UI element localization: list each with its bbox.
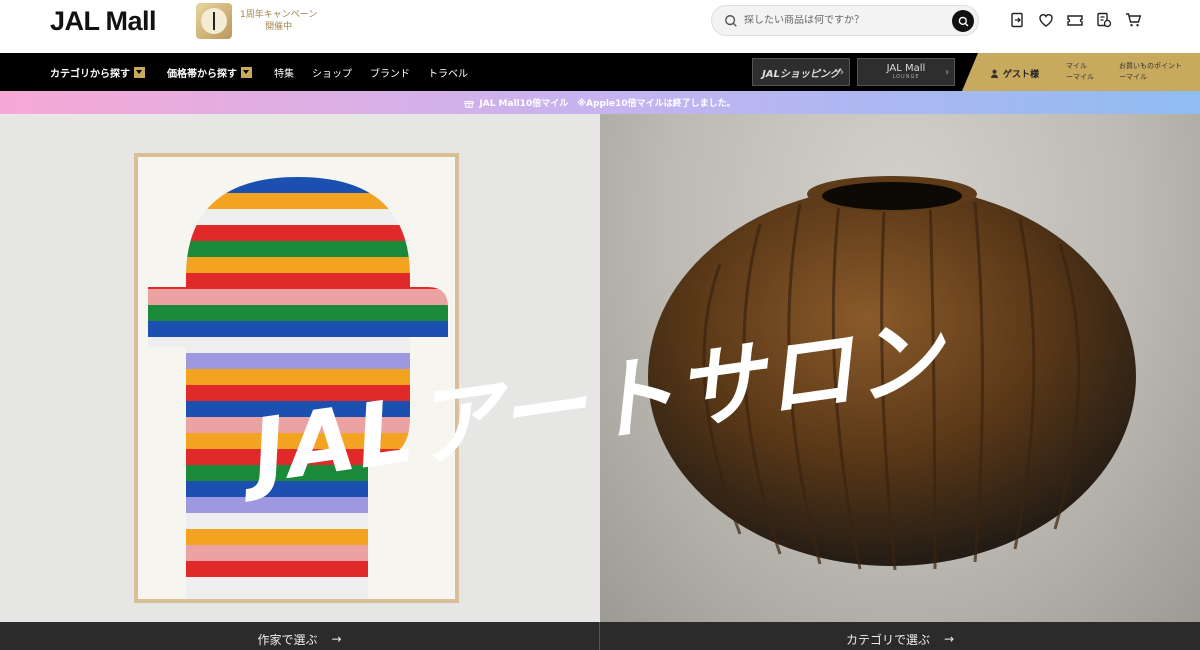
- points-label: お買いものポイント: [1119, 62, 1182, 70]
- hero-painting-image: [0, 114, 600, 622]
- chevron-down-icon: [134, 66, 145, 78]
- mile-label: マイル: [1066, 62, 1087, 70]
- jal-mall-logo[interactable]: JAL Mall: [50, 5, 157, 36]
- site-header: JAL Mall 1周年キャンペーン 開催中: [0, 0, 1200, 53]
- nav-item-brand[interactable]: ブランド: [370, 65, 410, 80]
- ceramic-vase: [648, 176, 1136, 571]
- campaign-text: 1周年キャンペーン 開催中: [240, 9, 317, 33]
- mile-balance: マイル ーマイル: [1066, 61, 1094, 83]
- striped-figure-painting: [148, 177, 448, 599]
- hero-pottery-image: [600, 114, 1200, 622]
- user-icon: [990, 69, 999, 78]
- coupon-ticket-icon[interactable]: [1066, 11, 1084, 29]
- browse-by-artist-button[interactable]: 作家で選ぶ →: [0, 622, 600, 650]
- nav-item-feature[interactable]: 特集: [274, 65, 294, 80]
- points-value: ーマイル: [1119, 73, 1147, 81]
- campaign-line1: 1周年キャンペーン: [240, 10, 318, 20]
- nav-menu: カテゴリから探す 価格帯から探す 特集 ショップ ブランド トラベル: [50, 53, 486, 91]
- cart-icon[interactable]: [1124, 11, 1142, 29]
- login-icon[interactable]: [1008, 11, 1026, 29]
- favorite-heart-icon[interactable]: [1037, 11, 1055, 29]
- jal-shopping-button[interactable]: JALショッピング ›: [752, 58, 850, 86]
- arrow-right-icon: →: [331, 632, 342, 646]
- search-icon: [725, 14, 737, 27]
- gift-icon: [464, 100, 474, 108]
- nav-item-travel[interactable]: トラベル: [428, 65, 468, 80]
- search-submit-icon: [958, 16, 968, 26]
- campaign-line2: 開催中: [265, 22, 293, 32]
- search-button[interactable]: [952, 10, 974, 32]
- nav-item-category[interactable]: カテゴリから探す: [50, 65, 145, 80]
- lounge-sub: LOUNGE: [892, 74, 920, 80]
- notice-text: JAL Mall10倍マイル ※Apple10倍マイルは終了しました。: [479, 99, 736, 109]
- arrow-right-icon: →: [943, 632, 955, 646]
- jal-mall-lounge-button[interactable]: JAL Mall LOUNGE ›: [857, 58, 955, 86]
- browse-by-category-button[interactable]: カテゴリで選ぶ →: [600, 622, 1200, 650]
- nav-item-label: 価格帯から探す: [167, 68, 237, 80]
- chevron-right-icon: ›: [945, 66, 949, 78]
- campaign-notice-bar[interactable]: JAL Mall10倍マイル ※Apple10倍マイルは終了しました。: [0, 91, 1200, 114]
- shopping-points: お買いものポイント ーマイル: [1119, 61, 1182, 83]
- campaign-banner[interactable]: 1周年キャンペーン 開催中: [196, 3, 317, 39]
- guest-account[interactable]: ゲスト様: [990, 67, 1039, 80]
- nav-item-price[interactable]: 価格帯から探す: [167, 65, 252, 80]
- jal-shopping-label: JALショッピング: [762, 68, 840, 80]
- logo-jal: JAL: [50, 5, 100, 36]
- chevron-right-icon: ›: [839, 66, 844, 78]
- anniversary-badge-icon: [196, 3, 232, 39]
- logo-mall: Mall: [105, 5, 157, 36]
- chevron-down-icon: [241, 66, 252, 78]
- nav-item-shop[interactable]: ショップ: [312, 65, 352, 80]
- artist-label: 作家で選ぶ: [257, 632, 318, 647]
- mile-value: ーマイル: [1066, 73, 1094, 81]
- category-label: カテゴリで選ぶ: [845, 632, 930, 647]
- lounge-title: JAL Mall: [886, 63, 926, 74]
- header-icon-group: [1008, 11, 1142, 29]
- search-box: [711, 5, 979, 36]
- order-history-icon[interactable]: [1095, 11, 1113, 29]
- search-input[interactable]: [744, 15, 944, 26]
- hero-banner[interactable]: JALアートサロン: [0, 114, 1200, 622]
- painting-frame: [134, 153, 459, 603]
- selection-bar: 作家で選ぶ → カテゴリで選ぶ →: [0, 622, 1200, 650]
- guest-name: ゲスト様: [1003, 70, 1040, 80]
- nav-item-label: カテゴリから探す: [50, 68, 130, 80]
